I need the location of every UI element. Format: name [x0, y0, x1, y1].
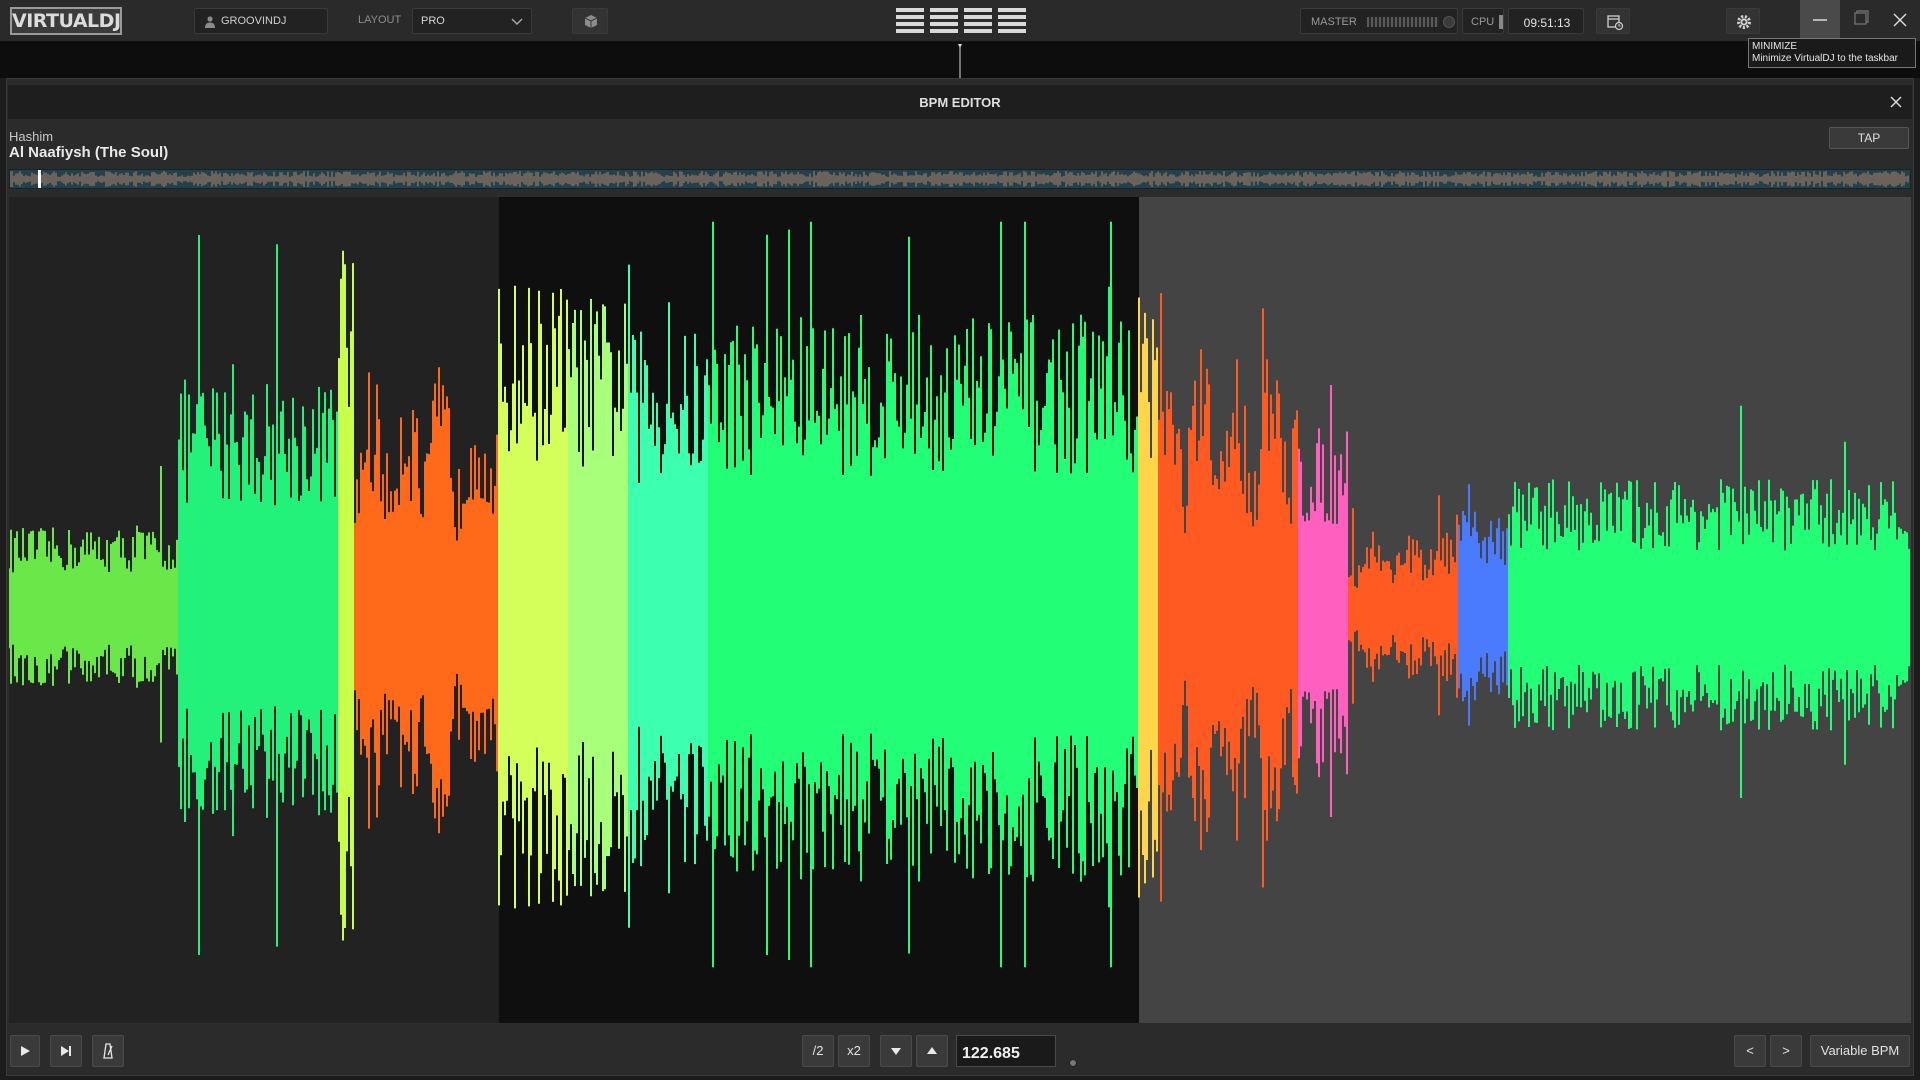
metronome-icon — [103, 1043, 113, 1059]
playhead-marker — [958, 44, 962, 78]
bpm-indicator-dot[interactable] — [1069, 1059, 1077, 1067]
window-close-button[interactable] — [1880, 0, 1920, 40]
skip-next-icon — [61, 1046, 71, 1056]
track-title: Al Naafiysh (The Soul) — [9, 144, 169, 161]
master-meter — [1367, 17, 1439, 27]
view-button-4[interactable] — [998, 6, 1026, 36]
clock-display: 09:51:13 — [1508, 8, 1584, 34]
editor-header: BPM EDITOR — [8, 85, 1912, 119]
next-beat-button[interactable]: > — [1770, 1035, 1802, 1067]
cpu-meter: CPU — [1462, 8, 1504, 34]
calendar-clock-icon — [1607, 15, 1624, 31]
play-icon — [21, 1046, 30, 1056]
view-button-3[interactable] — [964, 6, 992, 36]
user-name: GROOVINDJ — [221, 15, 287, 27]
main-waveform — [9, 197, 1911, 1023]
layout-value: PRO — [421, 15, 445, 27]
bpm-input[interactable] — [956, 1035, 1056, 1067]
tooltip-text: Minimize VirtualDJ to the taskbar — [1752, 53, 1898, 64]
minimize-tooltip: MINIMIZE Minimize VirtualDJ to the taskb… — [1748, 38, 1916, 68]
view-button-1[interactable] — [896, 6, 924, 36]
close-icon[interactable] — [1888, 94, 1904, 110]
editor-title: BPM EDITOR — [919, 95, 1001, 110]
triangle-up-icon — [927, 1047, 937, 1054]
editor-controls: /2 x2 < > Variable BPM — [8, 1027, 1912, 1075]
tooltip-title: MINIMIZE — [1752, 41, 1797, 52]
double-bpm-button[interactable]: x2 — [838, 1035, 870, 1067]
settings-button[interactable] — [1726, 8, 1760, 34]
maximize-icon — [1854, 10, 1869, 25]
master-volume: MASTER — [1300, 8, 1458, 34]
track-overview[interactable] — [9, 169, 1911, 189]
overview-waveform — [10, 170, 1909, 188]
user-button[interactable]: GROOVINDJ — [194, 8, 328, 34]
master-knob[interactable] — [1443, 16, 1455, 28]
minimize-button[interactable] — [1800, 0, 1840, 40]
metronome-button[interactable] — [92, 1035, 124, 1067]
cpu-label: CPU — [1471, 16, 1495, 28]
layout-label: LAYOUT — [358, 14, 402, 26]
skip-button[interactable] — [50, 1035, 82, 1067]
previous-beat-button[interactable]: < — [1734, 1035, 1766, 1067]
cube-icon — [584, 15, 598, 28]
schedule-button[interactable] — [1596, 8, 1630, 34]
minimize-icon — [1813, 19, 1827, 21]
bpm-up-button[interactable] — [916, 1035, 948, 1067]
half-bpm-button[interactable]: /2 — [802, 1035, 834, 1067]
user-icon — [205, 16, 215, 28]
layout-select[interactable]: PRO — [412, 8, 532, 34]
cpu-bar — [1499, 15, 1503, 29]
tap-button[interactable]: TAP — [1829, 127, 1909, 149]
track-artist: Hashim — [9, 129, 54, 144]
sampler-button[interactable] — [572, 8, 608, 34]
top-bar: VIRTUALDJ GROOVINDJ LAYOUT PRO MASTER CP… — [0, 0, 1920, 42]
bpm-down-button[interactable] — [880, 1035, 912, 1067]
gear-icon — [1737, 15, 1751, 29]
maximize-button[interactable] — [1840, 0, 1880, 40]
waveform-editor[interactable] — [9, 197, 1911, 1023]
clock-text: 09:51:13 — [1523, 16, 1571, 30]
master-label: MASTER — [1311, 16, 1357, 28]
close-icon — [1893, 13, 1907, 27]
triangle-down-icon — [891, 1048, 901, 1055]
view-button-2[interactable] — [930, 6, 958, 36]
play-button[interactable] — [10, 1035, 40, 1067]
bpm-editor-window: BPM EDITOR Hashim Al Naafiysh (The Soul)… — [6, 78, 1914, 1076]
app-logo: VIRTUALDJ — [10, 7, 122, 35]
view-layout-buttons — [896, 6, 1026, 36]
variable-bpm-button[interactable]: Variable BPM — [1810, 1035, 1910, 1067]
chevron-down-icon — [511, 18, 523, 25]
